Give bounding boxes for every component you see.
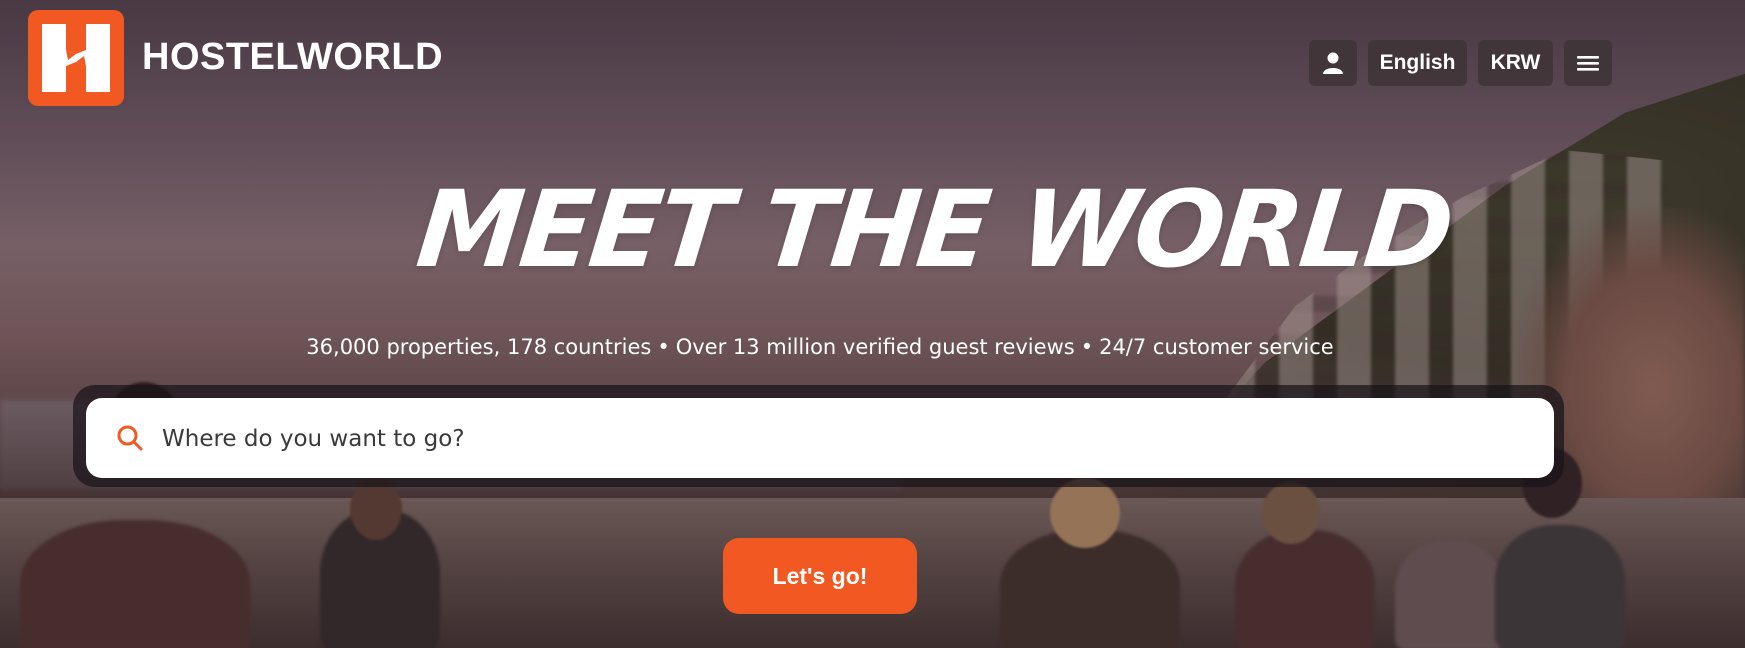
- stat-reviews: Over 13 million verified guest reviews: [675, 335, 1075, 359]
- brand-name[interactable]: HOSTELWORLD: [142, 36, 443, 79]
- hero-stats: 36,000 properties, 178 countries • Over 13…: [0, 335, 1640, 359]
- destination-search-input[interactable]: [160, 398, 1524, 480]
- stat-service: 24/7 customer service: [1099, 335, 1334, 359]
- hamburger-menu-icon: [1577, 56, 1599, 71]
- hostelworld-logo[interactable]: [28, 10, 124, 106]
- logo-h-icon: [42, 24, 110, 92]
- lets-go-button[interactable]: Let's go!: [723, 538, 917, 614]
- search-icon: [117, 425, 143, 451]
- hero-headline: MEET THE WORLD: [411, 168, 1457, 291]
- stat-separator: •: [1080, 335, 1094, 359]
- account-button[interactable]: [1309, 40, 1357, 86]
- stat-properties: 36,000 properties, 178 countries: [306, 335, 652, 359]
- menu-button[interactable]: [1564, 40, 1612, 86]
- language-button[interactable]: English: [1368, 40, 1467, 86]
- search-box[interactable]: [86, 398, 1554, 480]
- currency-button[interactable]: KRW: [1478, 40, 1553, 86]
- user-icon: [1323, 52, 1343, 74]
- stat-separator: •: [657, 335, 670, 359]
